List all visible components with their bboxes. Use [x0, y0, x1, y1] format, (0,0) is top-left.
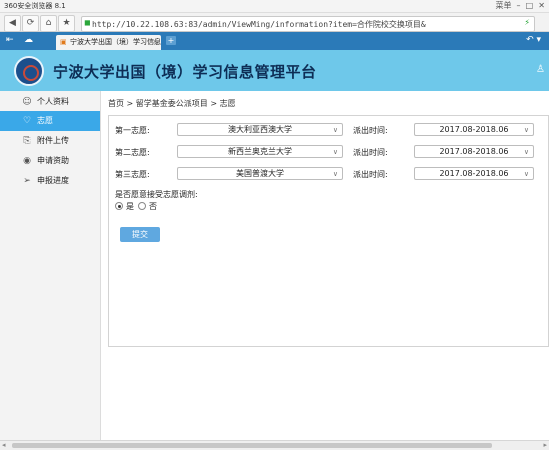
back-icon[interactable]: ◀	[4, 15, 21, 32]
scroll-right-icon[interactable]: ▸	[543, 441, 547, 449]
tab-close-icon[interactable]: ✕	[152, 35, 158, 50]
sidebar-item-label: 申请资助	[37, 156, 69, 165]
sidebar-item-label: 申报进度	[37, 176, 69, 185]
browser-tab-bar: ⇤ ☁ ▣ 宁波大学出国（境）学习信息管理 ✕ + ↶ ▾	[0, 32, 549, 50]
favorite-icon[interactable]: ★	[58, 15, 75, 32]
adjust-question-label: 是否愿意接受志愿调剂:	[115, 190, 198, 199]
chevron-down-icon: ∨	[523, 170, 529, 178]
sidebar-item-progress[interactable]: ➢ 申报进度	[0, 171, 100, 191]
adjust-no-radio[interactable]	[138, 202, 146, 210]
sidebar-item-label: 附件上传	[37, 136, 69, 145]
new-tab-icon[interactable]: +	[166, 36, 176, 45]
page-favicon-icon: ▣	[60, 38, 67, 46]
site-title: 宁波大学出国（境）学习信息管理平台	[53, 63, 317, 81]
university-logo	[14, 56, 44, 86]
tab-title: 宁波大学出国（境）学习信息管理	[70, 38, 161, 46]
sidebar-item-label: 志愿	[37, 116, 53, 125]
refresh-icon[interactable]: ⟳	[22, 15, 39, 32]
first-choice-value: 澳大利亚西澳大学	[228, 125, 292, 134]
address-bar[interactable]: ◼ http://10.22.108.63:83/admin/ViewMing/…	[81, 16, 535, 32]
second-time-label: 派出时间:	[353, 148, 388, 157]
adjust-yes-radio[interactable]	[115, 202, 123, 210]
browser-title: 360安全浏览器 8.1	[4, 2, 66, 10]
chevron-down-icon: ∨	[332, 170, 338, 178]
first-time-value: 2017.08-2018.06	[439, 125, 509, 134]
scroll-left-icon[interactable]: ◂	[2, 441, 6, 449]
cloud-icon[interactable]: ☁	[24, 35, 33, 45]
tab-current[interactable]: ▣ 宁波大学出国（境）学习信息管理 ✕	[56, 35, 161, 50]
window-controls[interactable]: 菜单 – □ ✕	[495, 0, 545, 11]
main-content: 首页 > 留学基金委公派项目 > 志愿 第一志愿: 澳大利亚西澳大学 ∨ 派出时…	[101, 91, 549, 440]
first-choice-select[interactable]: 澳大利亚西澳大学 ∨	[177, 123, 343, 136]
third-time-select[interactable]: 2017.08-2018.06 ∨	[414, 167, 534, 180]
sidebar-item-profile[interactable]: ☺ 个人资料	[0, 92, 100, 112]
site-header: 宁波大学出国（境）学习信息管理平台 ♙	[0, 50, 549, 91]
address-text: http://10.22.108.63:83/admin/ViewMing/in…	[92, 20, 426, 29]
third-choice-select[interactable]: 美国普渡大学 ∨	[177, 167, 343, 180]
adjust-no-label: 否	[149, 202, 157, 211]
sidebar-toggle-icon[interactable]: ⇤	[6, 35, 14, 45]
send-icon: ➢	[23, 176, 31, 186]
sidebar-item-attachments[interactable]: ⎘ 附件上传	[0, 131, 100, 151]
third-choice-value: 美国普渡大学	[236, 169, 284, 178]
attachment-icon: ⎘	[23, 136, 31, 146]
adjust-yes-label: 是	[126, 202, 134, 211]
sidebar-item-funding[interactable]: ◉ 申请资助	[0, 151, 100, 171]
user-icon: ☺	[22, 97, 32, 107]
restore-tab-icon[interactable]: ↶ ▾	[526, 35, 541, 45]
browser-title-bar: 360安全浏览器 8.1 菜单 – □ ✕	[0, 0, 549, 13]
heart-icon: ♡	[22, 116, 32, 126]
funding-icon: ◉	[23, 156, 31, 166]
third-time-label: 派出时间:	[353, 170, 388, 179]
breadcrumb: 首页 > 留学基金委公派项目 > 志愿	[108, 99, 236, 108]
sidebar-item-preferences[interactable]: ♡ 志愿	[0, 111, 100, 131]
menu-label[interactable]: 菜单	[495, 1, 511, 10]
second-choice-value: 新西兰奥克兰大学	[228, 147, 292, 156]
third-time-value: 2017.08-2018.06	[439, 169, 509, 178]
chevron-down-icon: ∨	[523, 126, 529, 134]
browser-nav-bar: ◀ ⟳ ⌂ ★ ◼ http://10.22.108.63:83/admin/V…	[0, 13, 549, 32]
second-time-select[interactable]: 2017.08-2018.06 ∨	[414, 145, 534, 158]
second-choice-select[interactable]: 新西兰奥克兰大学 ∨	[177, 145, 343, 158]
chevron-down-icon: ∨	[523, 148, 529, 156]
second-choice-label: 第二志愿:	[115, 148, 150, 157]
third-choice-label: 第三志愿:	[115, 170, 150, 179]
preference-form: 第一志愿: 澳大利亚西澳大学 ∨ 派出时间: 2017.08-2018.06 ∨…	[108, 115, 549, 347]
home-icon[interactable]: ⌂	[40, 15, 57, 32]
submit-button[interactable]: 提交	[120, 227, 160, 242]
first-time-select[interactable]: 2017.08-2018.06 ∨	[414, 123, 534, 136]
scrollbar-thumb[interactable]	[12, 443, 492, 448]
secure-icon: ◼	[84, 18, 91, 27]
first-time-label: 派出时间:	[353, 126, 388, 135]
first-choice-label: 第一志愿:	[115, 126, 150, 135]
user-icon[interactable]: ♙	[536, 64, 545, 75]
chevron-down-icon: ∨	[332, 148, 338, 156]
sidebar-item-label: 个人资料	[37, 97, 69, 106]
lightning-icon[interactable]: ⚡	[524, 18, 530, 27]
horizontal-scrollbar[interactable]: ◂ ▸	[0, 440, 549, 450]
sidebar: ☺ 个人资料 ♡ 志愿 ⎘ 附件上传 ◉ 申请资助 ➢ 申报进度	[0, 91, 101, 440]
second-time-value: 2017.08-2018.06	[439, 147, 509, 156]
chevron-down-icon: ∨	[332, 126, 338, 134]
